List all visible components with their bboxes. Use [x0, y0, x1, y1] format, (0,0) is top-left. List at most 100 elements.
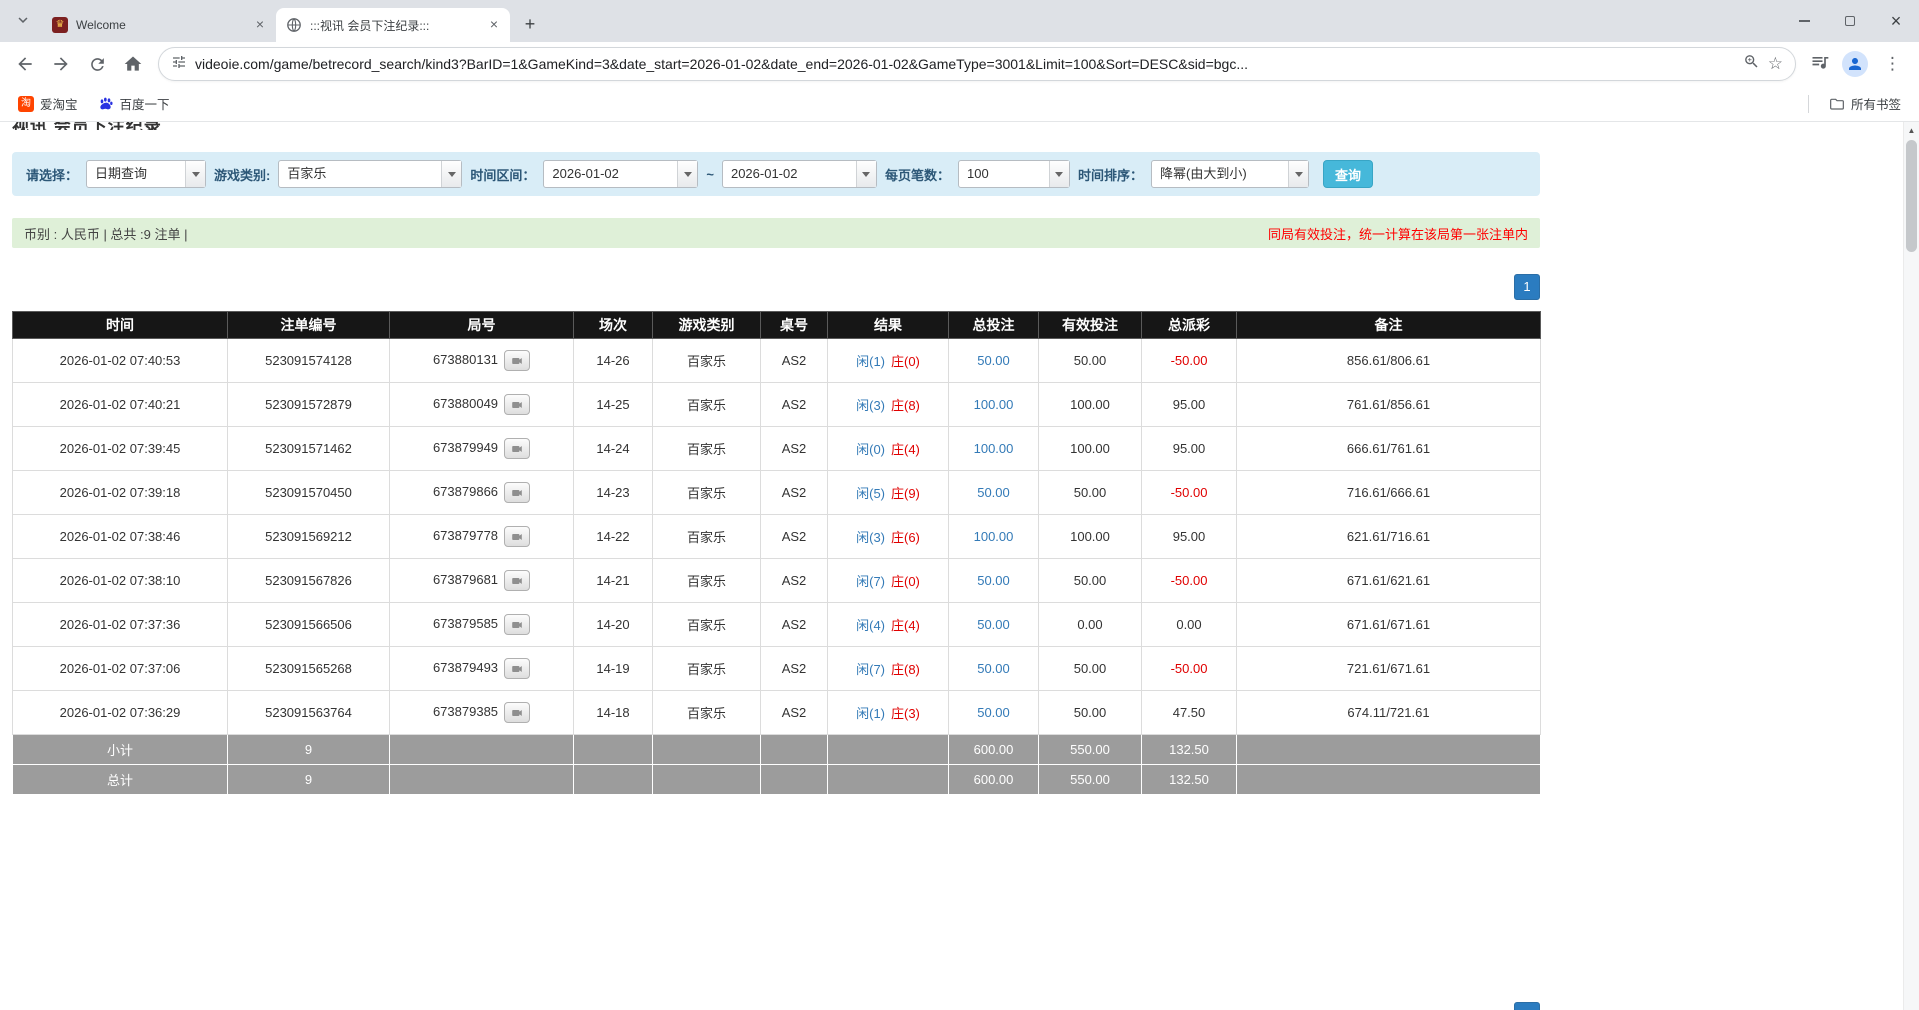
bookmark-aitaobao[interactable]: 淘 爱淘宝 [10, 90, 86, 117]
subtotal-row: 小计 9 600.00 550.00 132.50 [13, 735, 1541, 765]
date-start-input[interactable]: 2026-01-02 [543, 160, 698, 188]
cell-total-bet: 50.00 [949, 603, 1039, 647]
video-replay-icon[interactable] [504, 394, 530, 415]
scrollbar-thumb[interactable] [1906, 140, 1917, 252]
cell-note: 721.61/671.61 [1237, 647, 1541, 691]
cell-game-type: 百家乐 [653, 647, 761, 691]
taobao-icon: 淘 [18, 96, 34, 112]
minimize-button[interactable] [1781, 0, 1827, 42]
site-settings-icon[interactable] [171, 54, 187, 75]
bookmark-star-icon[interactable]: ☆ [1768, 54, 1783, 74]
video-replay-icon[interactable] [504, 482, 530, 503]
forward-button[interactable] [44, 47, 78, 81]
cell-valid-bet: 100.00 [1039, 515, 1142, 559]
total-total-bet: 600.00 [949, 765, 1039, 795]
video-replay-icon[interactable] [504, 658, 530, 679]
video-replay-icon[interactable] [504, 702, 530, 723]
cell-bet-id: 523091571462 [228, 427, 390, 471]
back-button[interactable] [8, 47, 42, 81]
chevron-down-icon[interactable] [1049, 161, 1069, 187]
scroll-up-icon[interactable]: ▲ [1904, 122, 1919, 138]
chevron-down-icon[interactable] [856, 161, 876, 187]
address-bar[interactable]: videoie.com/game/betrecord_search/kind3?… [158, 47, 1796, 81]
table-row: 2026-01-02 07:38:10 523091567826 6738796… [13, 559, 1541, 603]
page-number-button[interactable]: 1 [1514, 274, 1540, 300]
total-bet-link[interactable]: 50.00 [977, 573, 1010, 588]
sort-select[interactable]: 降幂(由大到小) [1151, 160, 1309, 188]
cell-time: 2026-01-02 07:36:29 [13, 691, 228, 735]
tab-close-icon[interactable]: × [252, 17, 268, 33]
result-banker: 庄(0) [891, 574, 920, 589]
close-icon: × [1891, 11, 1902, 32]
home-button[interactable] [116, 47, 150, 81]
video-replay-icon[interactable] [504, 526, 530, 547]
vertical-scrollbar[interactable]: ▲ [1903, 122, 1919, 1010]
search-button[interactable]: 查询 [1323, 160, 1373, 188]
cell-note: 674.11/721.61 [1237, 691, 1541, 735]
result-banker: 庄(4) [891, 618, 920, 633]
profile-avatar[interactable] [1842, 51, 1868, 77]
cell-result: 闲(1)庄(3) [828, 691, 949, 735]
total-bet-link[interactable]: 100.00 [974, 529, 1014, 544]
query-type-select[interactable]: 日期查询 [86, 160, 206, 188]
page-number-button[interactable]: 1 [1514, 1002, 1540, 1010]
cell-game-type: 百家乐 [653, 691, 761, 735]
summary-bar: 币别 : 人民币 | 总共 :9 注单 | 同局有效投注，统一计算在该局第一张注… [12, 218, 1540, 248]
close-window-button[interactable]: × [1873, 0, 1919, 42]
video-replay-icon[interactable] [504, 614, 530, 635]
pagination-top: 1 [12, 274, 1540, 300]
game-category-select[interactable]: 百家乐 [278, 160, 462, 188]
chevron-down-icon[interactable] [185, 161, 205, 187]
date-range-label: 时间区间： [470, 165, 535, 184]
cell-bet-id: 523091574128 [228, 339, 390, 383]
cell-table: AS2 [761, 471, 828, 515]
video-replay-icon[interactable] [504, 570, 530, 591]
tab-welcome[interactable]: ♛ Welcome × [42, 8, 276, 42]
maximize-button[interactable] [1827, 0, 1873, 42]
new-tab-button[interactable]: + [516, 10, 544, 38]
chevron-down-icon[interactable] [441, 161, 461, 187]
cell-note: 716.61/666.61 [1237, 471, 1541, 515]
cell-result: 闲(0)庄(4) [828, 427, 949, 471]
pagination-bottom: 1 [12, 1002, 1540, 1010]
cell-time: 2026-01-02 07:40:21 [13, 383, 228, 427]
total-bet-link[interactable]: 50.00 [977, 705, 1010, 720]
chevron-down-icon[interactable] [677, 161, 697, 187]
tab-search-button[interactable] [8, 7, 38, 37]
date-end-input[interactable]: 2026-01-02 [722, 160, 877, 188]
total-bet-link[interactable]: 100.00 [974, 397, 1014, 412]
cell-round: 673879949 [390, 427, 574, 471]
table-row: 2026-01-02 07:36:29 523091563764 6738793… [13, 691, 1541, 735]
reload-button[interactable] [80, 47, 114, 81]
all-bookmarks-button[interactable]: 所有书签 [1821, 90, 1909, 117]
per-page-select[interactable]: 100 [958, 160, 1070, 188]
cell-result: 闲(7)庄(0) [828, 559, 949, 603]
total-bet-link[interactable]: 50.00 [977, 485, 1010, 500]
browser-toolbar: videoie.com/game/betrecord_search/kind3?… [0, 42, 1919, 86]
round-number: 673879385 [433, 704, 498, 719]
bookmark-baidu[interactable]: 百度一下 [90, 90, 178, 117]
video-replay-icon[interactable] [504, 350, 530, 371]
round-number: 673879681 [433, 572, 498, 587]
total-bet-link[interactable]: 50.00 [977, 661, 1010, 676]
tab-betrecord[interactable]: :::视讯 会员下注纪录::: × [276, 8, 510, 42]
cell-session: 14-22 [574, 515, 653, 559]
cell-note: 856.61/806.61 [1237, 339, 1541, 383]
subtotal-total-bet: 600.00 [949, 735, 1039, 765]
tab-close-icon[interactable]: × [486, 17, 502, 33]
chevron-down-icon[interactable] [1288, 161, 1308, 187]
total-bet-link[interactable]: 50.00 [977, 617, 1010, 632]
video-replay-icon[interactable] [504, 438, 530, 459]
menu-kebab-icon[interactable]: ⋮ [1880, 54, 1905, 74]
cell-result: 闲(3)庄(6) [828, 515, 949, 559]
total-bet-link[interactable]: 100.00 [974, 441, 1014, 456]
total-payout: 132.50 [1142, 765, 1237, 795]
table-row: 2026-01-02 07:37:36 523091566506 6738795… [13, 603, 1541, 647]
media-controls-icon[interactable] [1810, 52, 1830, 77]
total-bet-link[interactable]: 50.00 [977, 353, 1010, 368]
cell-round: 673879778 [390, 515, 574, 559]
zoom-icon[interactable] [1743, 53, 1760, 75]
cell-game-type: 百家乐 [653, 339, 761, 383]
url-text[interactable]: videoie.com/game/betrecord_search/kind3?… [195, 56, 1735, 72]
cell-bet-id: 523091569212 [228, 515, 390, 559]
